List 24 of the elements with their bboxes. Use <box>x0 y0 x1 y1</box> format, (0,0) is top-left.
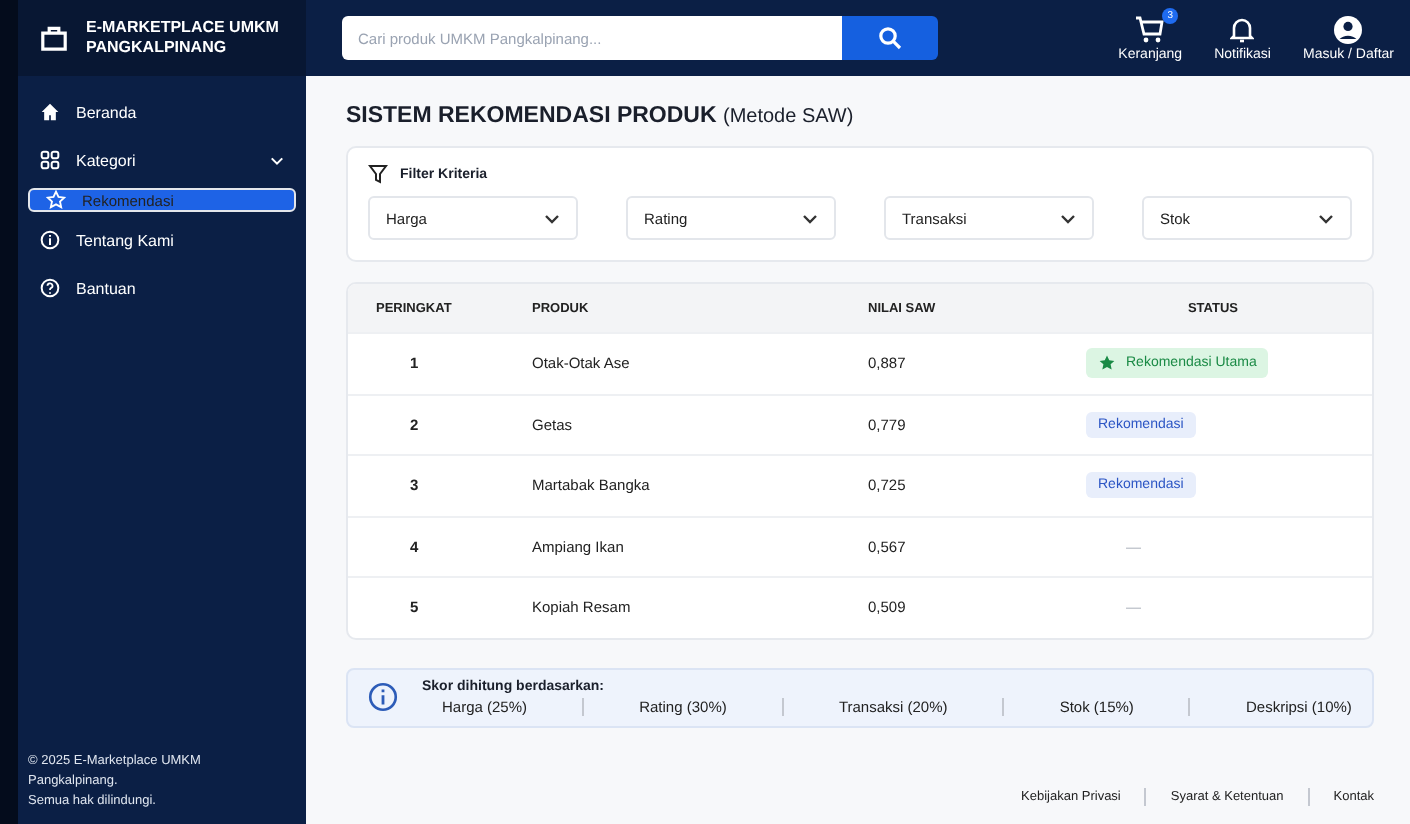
search-button[interactable] <box>842 16 938 60</box>
sidebar-item[interactable]: Bantuan <box>28 268 296 308</box>
chevron-down-icon <box>1318 213 1334 223</box>
bell-icon <box>1230 15 1255 43</box>
brand-name: E-MARKETPLACE UMKM PANGKALPINANG <box>86 18 279 58</box>
info-icon <box>40 230 60 250</box>
filter-icon <box>368 164 388 184</box>
chevron-down-icon <box>1060 213 1076 223</box>
chevron-down-icon <box>544 213 560 223</box>
cart-icon <box>1134 15 1167 43</box>
star-icon <box>1098 354 1116 373</box>
grid-icon <box>40 150 60 170</box>
chevron-down-icon <box>802 213 818 223</box>
shopping-bag-icon <box>38 22 70 54</box>
sidebar-item[interactable]: Kategori <box>28 140 296 180</box>
star-icon <box>46 190 66 210</box>
page-title: SISTEM REKOMENDASI PRODUK (Metode SAW) <box>346 104 856 128</box>
sidebar-item[interactable]: Tentang Kami <box>28 220 296 260</box>
home-icon <box>40 102 60 122</box>
help-icon <box>40 278 60 298</box>
search-icon <box>878 26 902 50</box>
sidebar-item[interactable]: Beranda <box>28 92 296 132</box>
user-icon <box>1334 15 1363 43</box>
info-icon <box>368 682 398 712</box>
